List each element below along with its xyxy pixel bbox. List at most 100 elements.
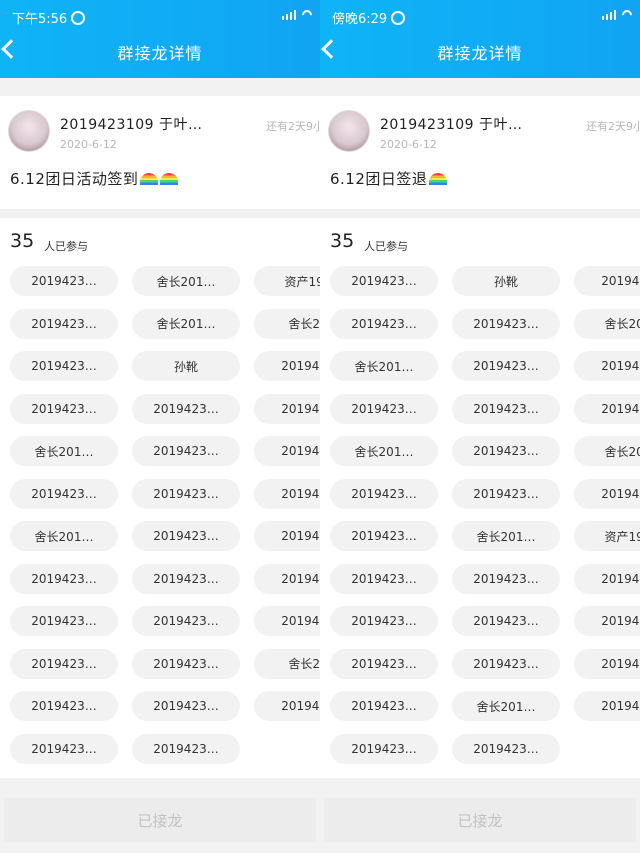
participant-chip[interactable]: 2019423 [574, 563, 640, 594]
participant-chip[interactable]: 2019423… [452, 563, 560, 594]
participant-chip[interactable]: 2019423 [574, 691, 640, 721]
post-text-content: 6.12团日签退 [330, 170, 428, 188]
remaining-time: 还有2天9小 [586, 120, 640, 133]
participant-chip[interactable]: 舍长201… [452, 521, 560, 551]
participant-chip[interactable]: 2019423… [330, 478, 438, 509]
post-card: 2019423109 于叶… 2020-6-12 还有2天9小 6.12团日签退 [320, 96, 640, 209]
avatar[interactable] [8, 110, 50, 152]
participant-chip[interactable]: 2019423… [452, 648, 560, 679]
participant-chip[interactable]: 2019423 [254, 436, 320, 466]
screenshot-collage: 下午5:56 群接龙详情 2019423109 于叶… 2020-6-12 还有… [0, 0, 640, 853]
participant-chip[interactable]: 2019423 [254, 393, 320, 424]
participant-chip[interactable]: 2019423… [132, 436, 240, 466]
participant-chip[interactable]: 资产190 [574, 521, 640, 551]
participant-chip[interactable]: 2019423… [132, 606, 240, 636]
status-time-text: 下午5:56 [12, 12, 68, 27]
participant-chip[interactable]: 2019423… [10, 351, 118, 381]
participant-chip[interactable]: 2019423… [10, 606, 118, 636]
panel-right: 傍晚6:29 群接龙详情 2019423109 于叶… 2020-6-12 还有… [320, 0, 640, 853]
participant-chip[interactable]: 2019423… [330, 606, 438, 636]
participant-chip[interactable]: 2019423 [254, 691, 320, 721]
participant-chip[interactable]: 2019423… [10, 478, 118, 509]
participant-chip[interactable]: 2019423… [330, 648, 438, 679]
wifi-icon [299, 7, 315, 23]
participant-chip[interactable]: 2019423… [132, 648, 240, 679]
participant-chip[interactable]: 2019423… [452, 436, 560, 466]
participant-chip[interactable]: 2019423… [10, 393, 118, 424]
participant-chip[interactable]: 2019423… [452, 606, 560, 636]
participant-chip[interactable]: 2019423… [10, 648, 118, 679]
signal-bar-icon [286, 14, 288, 20]
participant-chip[interactable]: 2019423… [10, 563, 118, 594]
participant-chip[interactable]: 舍长201… [10, 521, 118, 551]
post-text-content: 6.12团日活动签到 [10, 170, 139, 188]
participant-chip[interactable]: 舍长201… [132, 308, 240, 339]
page-title: 群接龙详情 [117, 44, 203, 63]
joined-button[interactable]: 已接龙 [4, 798, 316, 842]
status-time: 下午5:56 [12, 8, 86, 27]
participant-chip[interactable]: 2019423… [10, 266, 118, 296]
joined-button[interactable]: 已接龙 [324, 798, 636, 842]
participant-chip[interactable]: 孙靴 [132, 351, 240, 381]
participant-chip[interactable]: 2019423… [452, 351, 560, 381]
participant-chip[interactable]: 2019423 [574, 606, 640, 636]
participant-chip[interactable]: 2019423 [574, 648, 640, 679]
participant-chip[interactable]: 2019423… [132, 521, 240, 551]
participant-chip[interactable]: 2019423… [330, 691, 438, 721]
participant-chip[interactable]: 2019423… [132, 733, 240, 764]
participant-chip[interactable]: 孙靴 [452, 266, 560, 296]
participant-chip[interactable]: 2019423… [10, 733, 118, 764]
participant-chip[interactable]: 2019423 [574, 393, 640, 424]
post-user-name: 2019423109 于叶… [60, 117, 203, 133]
participant-chip[interactable]: 舍长20 [254, 648, 320, 679]
status-time: 傍晚6:29 [332, 8, 406, 27]
participant-chip[interactable]: 2019423 [574, 266, 640, 296]
participant-chip[interactable]: 2019423 [254, 478, 320, 509]
participant-chip[interactable]: 2019423… [132, 691, 240, 721]
participant-chip[interactable]: 2019423 [574, 478, 640, 509]
status-bar: 傍晚6:29 [320, 0, 640, 34]
remaining-time: 还有2天9小 [266, 120, 320, 133]
participant-chip[interactable]: 2019423… [330, 393, 438, 424]
post-date: 2020-6-12 [60, 138, 117, 151]
participants-card: 35 人已参与 2019423… 舍长201… 资产190 2019423… 舍长201… [0, 218, 320, 778]
participants-count: 35 [10, 230, 35, 252]
participant-chip[interactable]: 2019423 [254, 563, 320, 594]
participant-chip[interactable]: 2019423… [132, 393, 240, 424]
participant-chip[interactable]: 2019423… [452, 393, 560, 424]
participant-chip[interactable]: 2019423… [330, 563, 438, 594]
participant-chip[interactable]: 舍长201… [10, 436, 118, 466]
participant-chip[interactable]: 2019423 [254, 521, 320, 551]
alarm-clock-icon [391, 10, 406, 25]
participant-chip[interactable]: 2019423… [452, 308, 560, 339]
wifi-icon [619, 7, 635, 23]
footer-bar: 已接龙 [0, 786, 320, 853]
participant-chip[interactable]: 2019423… [330, 733, 438, 764]
participant-chip[interactable]: 2019423… [10, 308, 118, 339]
participant-chip[interactable]: 2019423… [330, 308, 438, 339]
signal-bar-icon [606, 14, 608, 20]
participant-chip[interactable]: 2019423 [254, 606, 320, 636]
participant-chip[interactable]: 2019423 [574, 351, 640, 381]
footer-bar: 已接龙 [320, 786, 640, 853]
participant-chip[interactable]: 舍长20 [254, 308, 320, 339]
participant-chip[interactable]: 2019423… [452, 733, 560, 764]
participant-chip[interactable]: 2019423… [10, 691, 118, 721]
participant-chip[interactable]: 舍长201… [330, 436, 438, 466]
participant-chip[interactable]: 舍长201… [330, 351, 438, 381]
participant-chip[interactable]: 舍长201… [452, 691, 560, 721]
participant-chip[interactable]: 2019423… [132, 563, 240, 594]
participants-count: 35 [330, 230, 355, 252]
top-navigation-bar: 傍晚6:29 群接龙详情 [320, 0, 640, 78]
participant-chip[interactable]: 资产190 [254, 266, 320, 296]
participant-chip[interactable]: 2019423… [132, 478, 240, 509]
avatar[interactable] [328, 110, 370, 152]
signal-wifi-icons [602, 7, 635, 23]
participant-chip[interactable]: 舍长201 [574, 308, 640, 339]
participant-chip[interactable]: 2019423… [330, 266, 438, 296]
participant-chip[interactable]: 2019423… [452, 478, 560, 509]
participant-chip[interactable]: 2019423 [254, 351, 320, 381]
participant-chip[interactable]: 舍长201… [132, 266, 240, 296]
participant-chip[interactable]: 2019423… [330, 521, 438, 551]
participant-chip[interactable]: 舍长201 [574, 436, 640, 466]
